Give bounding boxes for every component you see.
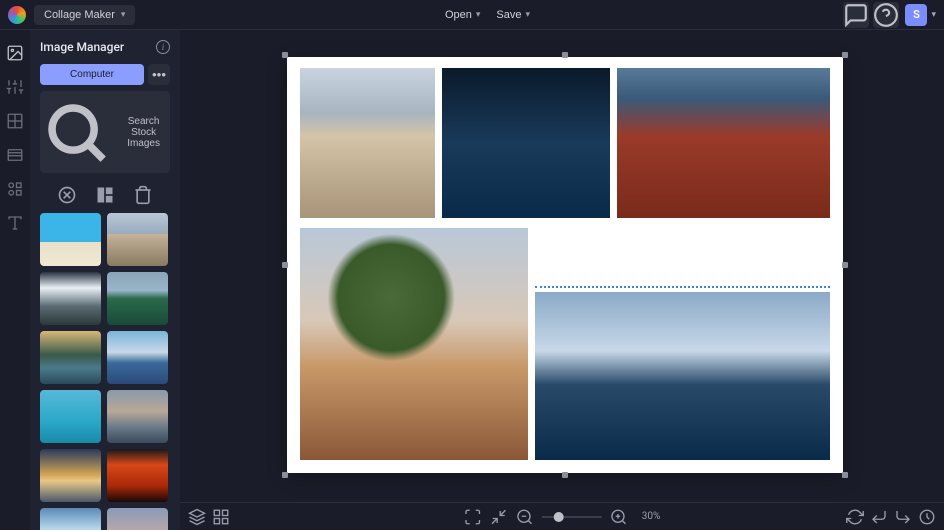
resize-handle[interactable] [842, 262, 848, 268]
canvas-image-desert-tree[interactable] [300, 228, 528, 460]
thumb-city-canal[interactable] [107, 390, 168, 443]
resize-handle[interactable] [842, 472, 848, 478]
undo-icon[interactable] [870, 508, 888, 526]
thumb-beach-palm[interactable] [40, 213, 101, 266]
user-avatar[interactable]: S [905, 4, 927, 26]
fit-screen-icon[interactable] [490, 508, 508, 526]
canvas-image-manhattan-bridge[interactable] [617, 68, 830, 218]
layers-icon[interactable] [188, 508, 206, 526]
refresh-icon[interactable] [846, 508, 864, 526]
resize-handle[interactable] [562, 472, 568, 478]
open-button[interactable]: Open ▾ [437, 5, 488, 25]
app-mode-label: Collage Maker [44, 9, 115, 21]
thumb-sunset-sea[interactable] [40, 449, 101, 502]
image-tool-icon[interactable] [6, 44, 24, 62]
panel-title: Image Manager [40, 40, 124, 54]
resize-handle[interactable] [282, 472, 288, 478]
fullscreen-icon[interactable] [464, 508, 482, 526]
bottom-bar: 30% [180, 502, 944, 530]
thumb-skyline-dusk[interactable] [107, 508, 168, 530]
shapes-tool-icon[interactable] [6, 180, 24, 198]
zoom-percent[interactable]: 30% [642, 511, 661, 522]
canvas-image-night-skyline[interactable] [442, 68, 610, 218]
thumb-snow-peaks[interactable] [40, 508, 101, 530]
chevron-down-icon[interactable]: ▾ [931, 10, 936, 20]
feedback-icon[interactable] [843, 2, 869, 28]
thumb-valley-reflection[interactable] [40, 331, 101, 384]
history-icon[interactable] [918, 508, 936, 526]
canvas-viewport[interactable] [180, 30, 944, 502]
chevron-down-icon: ▾ [121, 9, 126, 20]
help-icon[interactable] [873, 2, 899, 28]
info-icon[interactable]: i [156, 40, 170, 54]
canvas-image-yosemite-winter[interactable] [535, 292, 830, 460]
thumb-overwater-huts[interactable] [40, 390, 101, 443]
zoom-out-icon[interactable] [516, 508, 534, 526]
grid-icon[interactable] [212, 508, 230, 526]
resize-handle[interactable] [562, 52, 568, 58]
layout-tool-icon[interactable] [6, 112, 24, 130]
zoom-in-icon[interactable] [610, 508, 628, 526]
resize-handle[interactable] [282, 262, 288, 268]
thumb-city-domes[interactable] [107, 213, 168, 266]
thumb-waterfall[interactable] [40, 272, 101, 325]
save-button[interactable]: Save ▾ [488, 5, 538, 25]
text-tool-icon[interactable] [6, 214, 24, 232]
thumb-torii-gates[interactable] [107, 449, 168, 502]
chevron-down-icon: ▾ [525, 9, 530, 20]
app-logo[interactable] [8, 6, 26, 24]
tool-rail [0, 30, 30, 530]
canvas-image-madrid-buildings[interactable] [300, 68, 435, 218]
collage-canvas[interactable] [290, 60, 840, 470]
upload-computer-button[interactable]: Computer [40, 64, 144, 85]
image-manager-panel: Image Manager i Computer ••• Search Stoc… [30, 30, 180, 530]
canvas-area: 30% [180, 30, 944, 530]
slider-thumb[interactable] [554, 512, 564, 522]
auto-collage-icon[interactable] [95, 185, 115, 205]
app-mode-dropdown[interactable]: Collage Maker ▾ [34, 5, 135, 25]
thumbnail-grid [40, 213, 170, 530]
background-tool-icon[interactable] [6, 146, 24, 164]
adjust-tool-icon[interactable] [6, 78, 24, 96]
drop-target-indicator [535, 286, 830, 288]
resize-handle[interactable] [282, 52, 288, 58]
more-sources-button[interactable]: ••• [148, 64, 170, 85]
thumb-lake-mountains[interactable] [107, 331, 168, 384]
chevron-down-icon: ▾ [476, 9, 481, 20]
resize-handle[interactable] [842, 52, 848, 58]
delete-icon[interactable] [133, 185, 153, 205]
thumb-mountain-green[interactable] [107, 272, 168, 325]
redo-icon[interactable] [894, 508, 912, 526]
clear-all-icon[interactable] [57, 185, 77, 205]
zoom-slider[interactable] [542, 516, 602, 518]
search-stock-button[interactable]: Search Stock Images [40, 91, 170, 173]
